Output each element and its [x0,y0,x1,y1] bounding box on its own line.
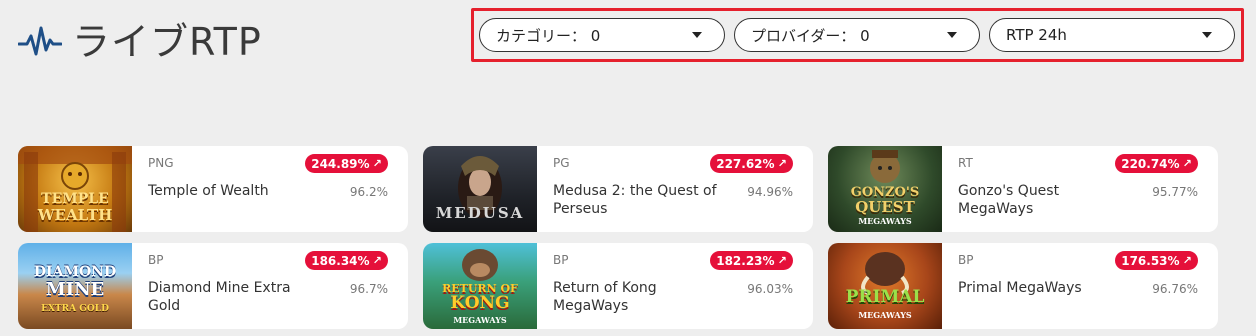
rtp-change-badge: 176.53% ↗ [1115,251,1198,270]
provider-select[interactable]: プロバイダー： 0 [734,18,980,52]
provider-label: RT [958,156,973,170]
caret-down-icon [692,32,702,38]
rtp-value: 96.03% [747,282,793,296]
rtp-change-value: 182.23% [716,253,775,268]
page-header: ライブRTP [18,18,262,66]
game-card[interactable]: GONZO'S QUEST MEGAWAYS RT 220.74% ↗ Gonzo… [828,146,1218,232]
game-logo-line: MEGAWAYS [858,310,912,320]
provider-label: BP [148,253,164,267]
page-title: ライブRTP [72,20,262,64]
page: ライブRTP カテゴリー： 0 プロバイダー： 0 RTP 24h TEMPLE… [0,0,1256,336]
game-name[interactable]: Return of Kong MegaWays [553,279,723,315]
rtp-change-value: 244.89% [311,156,370,171]
provider-label: BP [553,253,569,267]
game-name[interactable]: Diamond Mine Extra Gold [148,279,318,315]
game-card[interactable]: TEMPLE WEALTH PNG 244.89% ↗ Temple of Wea… [18,146,408,232]
game-logo-line: TEMPLE [41,191,109,207]
game-logo-line: WEALTH [37,206,113,224]
rtp-value: 94.96% [747,185,793,199]
pulse-icon [18,26,62,56]
rtp-change-value: 186.34% [311,253,370,268]
trend-up-icon: ↗ [1182,157,1192,170]
filter-bar: カテゴリー： 0 プロバイダー： 0 RTP 24h [471,8,1244,62]
game-thumbnail[interactable]: PRIMAL MEGAWAYS [828,243,942,329]
rtp-value: 95.77% [1152,185,1198,199]
game-logo-line: DIAMOND [33,264,117,280]
caret-down-icon [947,32,957,38]
game-logo-line: MEGAWAYS [858,216,912,226]
rtp-change-badge: 220.74% ↗ [1115,154,1198,173]
game-thumbnail[interactable]: DIAMOND MINE EXTRA GOLD [18,243,132,329]
rtp-change-value: 227.62% [716,156,775,171]
caret-down-icon [1202,32,1212,38]
provider-label: PG [553,156,570,170]
rtp-change-badge: 182.23% ↗ [710,251,793,270]
game-logo-line: MINE [45,279,105,300]
trend-up-icon: ↗ [372,157,382,170]
game-name[interactable]: Gonzo's Quest MegaWays [958,182,1128,218]
category-select-value: カテゴリー： 0 [496,26,601,45]
game-card[interactable]: PRIMAL MEGAWAYS BP 176.53% ↗ Primal MegaW… [828,243,1218,329]
trend-up-icon: ↗ [777,254,787,267]
game-logo-line: KONG [450,293,510,313]
trend-up-icon: ↗ [372,254,382,267]
game-name[interactable]: Temple of Wealth [148,182,318,200]
game-card[interactable]: DIAMOND MINE EXTRA GOLD BP 186.34% ↗ Diam… [18,243,408,329]
rtp-change-badge: 244.89% ↗ [305,154,388,173]
game-logo-line: PRIMAL [845,287,925,307]
rtp-change-badge: 186.34% ↗ [305,251,388,270]
game-logo-line: MEGAWAYS [453,315,507,325]
game-card[interactable]: MEDUSA PG 227.62% ↗ Medusa 2: the Quest o… [423,146,813,232]
game-card[interactable]: RETURN OF KONG MEGAWAYS BP 182.23% ↗ Retu… [423,243,813,329]
game-thumbnail[interactable]: TEMPLE WEALTH [18,146,132,232]
rtp-period-select-value: RTP 24h [1006,26,1067,44]
rtp-change-badge: 227.62% ↗ [710,154,793,173]
provider-label: PNG [148,156,174,170]
provider-select-value: プロバイダー： 0 [751,26,870,45]
rtp-value: 96.2% [349,185,388,199]
game-logo-line: MEDUSA [435,204,525,222]
rtp-value: 96.7% [349,282,388,296]
rtp-change-value: 220.74% [1121,156,1180,171]
game-name[interactable]: Primal MegaWays [958,279,1128,297]
rtp-period-select[interactable]: RTP 24h [989,18,1235,52]
provider-label: BP [958,253,974,267]
game-name[interactable]: Medusa 2: the Quest of Perseus [553,182,723,218]
rtp-value: 96.76% [1152,282,1198,296]
game-thumbnail[interactable]: MEDUSA [423,146,537,232]
rtp-change-value: 176.53% [1121,253,1180,268]
game-thumbnail[interactable]: GONZO'S QUEST MEGAWAYS [828,146,942,232]
category-select[interactable]: カテゴリー： 0 [479,18,725,52]
trend-up-icon: ↗ [1182,254,1192,267]
trend-up-icon: ↗ [777,157,787,170]
game-thumbnail[interactable]: RETURN OF KONG MEGAWAYS [423,243,537,329]
game-logo-line: EXTRA GOLD [41,304,109,314]
game-logo-line: QUEST [855,198,915,216]
